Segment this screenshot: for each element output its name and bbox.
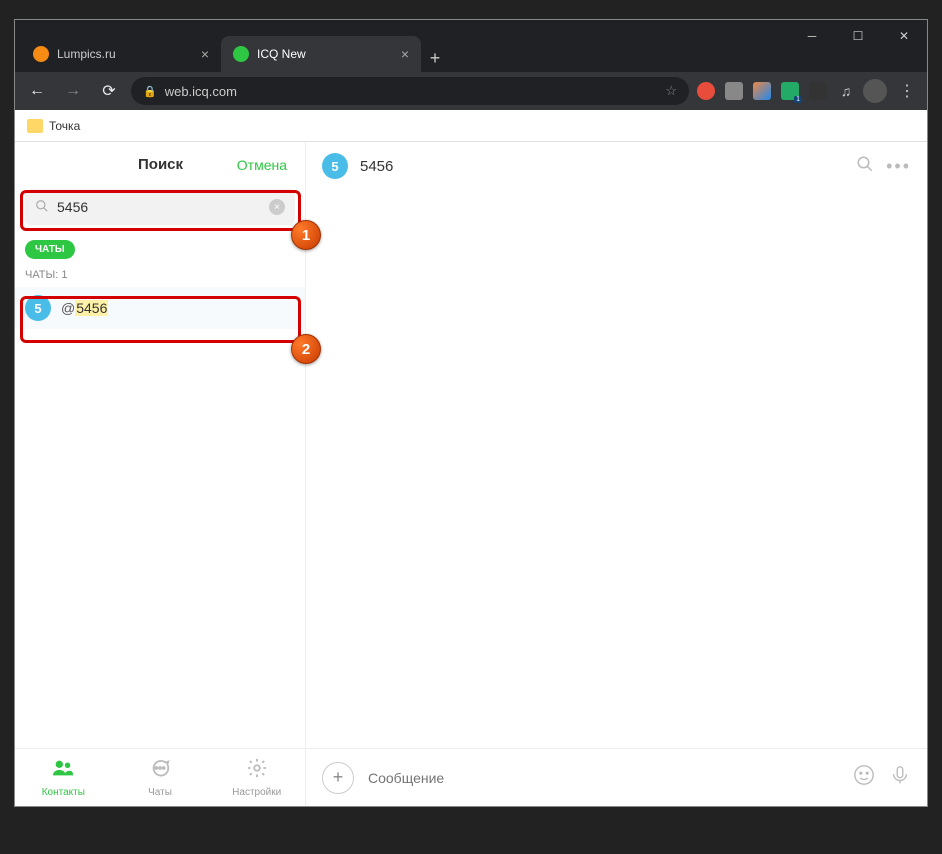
message-input[interactable] <box>368 770 839 786</box>
extension-icon[interactable] <box>753 82 771 100</box>
tab-lumpics[interactable]: Lumpics.ru × <box>21 36 221 72</box>
close-window-button[interactable]: ✕ <box>881 20 927 52</box>
search-box[interactable]: × <box>25 189 295 225</box>
app-content: Поиск Отмена × ЧАТЫ ЧАТЫ: 1 5 @5456 1 <box>15 142 927 806</box>
search-result-item[interactable]: 5 @5456 <box>15 287 305 329</box>
star-icon[interactable]: ☆ <box>665 83 677 99</box>
sidebar: Поиск Отмена × ЧАТЫ ЧАТЫ: 1 5 @5456 1 <box>15 142 305 806</box>
extension-icon[interactable] <box>725 82 743 100</box>
reload-button[interactable]: ⟳ <box>95 77 123 105</box>
tab-icq[interactable]: ICQ New × <box>221 36 421 72</box>
voice-button[interactable] <box>889 764 911 792</box>
at-symbol: @ <box>61 300 75 316</box>
nav-chats[interactable]: Чаты <box>112 749 209 806</box>
bottom-nav: Контакты Чаты Настройки <box>15 748 305 806</box>
annotation-marker-2: 2 <box>291 334 321 364</box>
url-text: web.icq.com <box>165 84 237 99</box>
nav-label: Контакты <box>42 787 85 798</box>
header-search-button[interactable] <box>856 155 874 178</box>
emoji-button[interactable] <box>853 764 875 792</box>
clear-search-button[interactable]: × <box>269 199 285 215</box>
result-name: @5456 <box>61 300 108 316</box>
nav-label: Чаты <box>148 787 172 798</box>
window-controls: ─ ☐ ✕ <box>789 20 927 52</box>
chat-icon <box>149 757 171 785</box>
annotation-marker-1: 1 <box>291 220 321 250</box>
chat-avatar[interactable]: 5 <box>322 153 348 179</box>
close-icon[interactable]: × <box>201 46 209 62</box>
search-title: Поиск <box>138 156 183 173</box>
nav-settings[interactable]: Настройки <box>208 749 305 806</box>
highlighted-text: 5456 <box>75 300 108 316</box>
extensions-area: 1 ♫ <box>697 82 855 100</box>
bookmark-item[interactable]: Точка <box>49 119 80 133</box>
cancel-button[interactable]: Отмена <box>237 157 287 173</box>
search-input[interactable] <box>57 199 261 215</box>
extension-icon[interactable] <box>697 82 715 100</box>
favicon-icon <box>233 46 249 62</box>
bookmarks-bar: Точка <box>15 110 927 142</box>
new-tab-button[interactable]: + <box>421 44 449 72</box>
extensions-puzzle-icon[interactable] <box>809 82 827 100</box>
contacts-icon <box>52 757 74 785</box>
nav-label: Настройки <box>232 787 281 798</box>
avatar: 5 <box>25 295 51 321</box>
back-button[interactable]: ← <box>23 77 51 105</box>
lock-icon: 🔒 <box>143 85 157 98</box>
tabs-area: Lumpics.ru × ICQ New × + <box>15 36 789 72</box>
favicon-icon <box>33 46 49 62</box>
composer: + <box>306 748 927 806</box>
chats-count-label: ЧАТЫ: 1 <box>25 269 295 281</box>
profile-avatar[interactable] <box>863 79 887 103</box>
chat-header: 5 5456 ••• <box>306 142 927 190</box>
gear-icon <box>246 757 268 785</box>
search-icon <box>35 199 49 216</box>
attach-button[interactable]: + <box>322 762 354 794</box>
tab-label: ICQ New <box>257 47 306 61</box>
tab-label: Lumpics.ru <box>57 47 116 61</box>
chat-body <box>306 190 927 748</box>
chat-panel: 5 5456 ••• + <box>305 142 927 806</box>
maximize-button[interactable]: ☐ <box>835 20 881 52</box>
chat-title: 5456 <box>360 158 393 175</box>
header-more-button[interactable]: ••• <box>886 156 911 177</box>
extension-icon[interactable]: 1 <box>781 82 799 100</box>
minimize-button[interactable]: ─ <box>789 20 835 52</box>
folder-icon <box>27 119 43 133</box>
sidebar-header: Поиск Отмена <box>15 142 305 187</box>
browser-menu-button[interactable]: ⋮ <box>895 81 919 101</box>
browser-window: Lumpics.ru × ICQ New × + ─ ☐ ✕ ← → ⟳ 🔒 w… <box>14 19 928 807</box>
forward-button[interactable]: → <box>59 77 87 105</box>
close-icon[interactable]: × <box>401 46 409 62</box>
nav-contacts[interactable]: Контакты <box>15 749 112 806</box>
address-bar: ← → ⟳ 🔒 web.icq.com ☆ 1 ♫ ⋮ <box>15 72 927 110</box>
chats-filter-pill[interactable]: ЧАТЫ <box>25 240 75 259</box>
url-input[interactable]: 🔒 web.icq.com ☆ <box>131 77 689 105</box>
browser-titlebar: Lumpics.ru × ICQ New × + ─ ☐ ✕ <box>15 20 927 72</box>
extension-icon[interactable]: ♫ <box>837 82 855 100</box>
